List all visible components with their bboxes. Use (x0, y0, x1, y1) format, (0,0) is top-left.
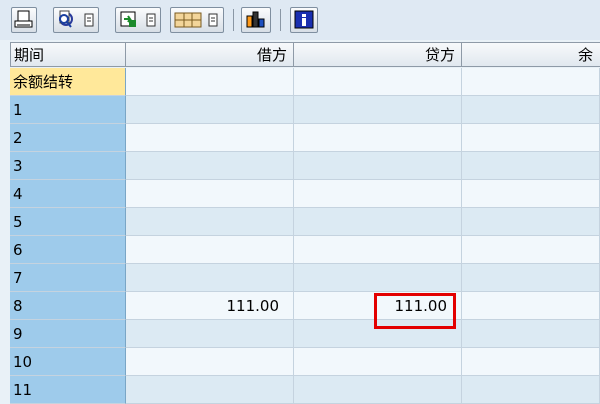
info-button[interactable] (290, 7, 318, 33)
header-credit[interactable]: 贷方 (294, 42, 462, 67)
balance-cell[interactable] (462, 320, 600, 348)
balance-cell[interactable] (462, 348, 600, 376)
table-row[interactable]: 5 (0, 208, 600, 236)
table-row[interactable]: 8 111.00 111.00 (0, 292, 600, 320)
balance-cell[interactable] (462, 264, 600, 292)
export-dropdown-button[interactable] (115, 7, 161, 33)
table-row[interactable]: 4 (0, 180, 600, 208)
credit-cell[interactable] (294, 152, 462, 180)
highlight-box (374, 293, 456, 329)
header-period[interactable]: 期间 (10, 42, 126, 67)
table-row[interactable]: 10 (0, 348, 600, 376)
period-cell[interactable]: 10 (10, 348, 126, 376)
balance-grid: 期间 借方 贷方 余 余额结转 1 2 3 4 5 6 7 8 111.00 111.00 9 10 11 (0, 40, 600, 404)
period-cell[interactable]: 5 (10, 208, 126, 236)
info-icon (294, 10, 314, 29)
debit-cell[interactable]: 111.00 (126, 292, 294, 320)
debit-cell[interactable] (126, 96, 294, 124)
balance-cell[interactable] (462, 96, 600, 124)
header-debit[interactable]: 借方 (126, 42, 294, 67)
balance-cell[interactable] (462, 68, 600, 96)
balance-cell[interactable] (462, 236, 600, 264)
print-button[interactable] (11, 7, 37, 33)
debit-cell[interactable] (126, 180, 294, 208)
balance-cell[interactable] (462, 152, 600, 180)
table-row[interactable]: 9 (0, 320, 600, 348)
debit-cell[interactable] (126, 348, 294, 376)
layout-dropdown-button[interactable] (170, 7, 224, 33)
debit-cell[interactable] (126, 208, 294, 236)
credit-cell[interactable] (294, 348, 462, 376)
balance-cell[interactable] (462, 292, 600, 320)
period-cell[interactable]: 1 (10, 96, 126, 124)
period-cell[interactable]: 余额结转 (10, 68, 126, 96)
print-icon (14, 10, 33, 28)
credit-cell[interactable] (294, 208, 462, 236)
header-balance[interactable]: 余 (462, 42, 600, 67)
period-cell[interactable]: 4 (10, 180, 126, 208)
period-cell[interactable]: 2 (10, 124, 126, 152)
find-dropdown-button[interactable] (53, 7, 99, 33)
credit-cell[interactable] (294, 68, 462, 96)
export-icon (120, 11, 156, 27)
credit-cell[interactable] (294, 236, 462, 264)
balance-cell[interactable] (462, 180, 600, 208)
debit-cell[interactable] (126, 124, 294, 152)
credit-cell[interactable] (294, 124, 462, 152)
layout-icon (174, 12, 218, 28)
table-row[interactable]: 余额结转 (0, 68, 600, 96)
period-cell[interactable]: 9 (10, 320, 126, 348)
period-cell[interactable]: 3 (10, 152, 126, 180)
table-row[interactable]: 7 (0, 264, 600, 292)
debit-cell[interactable] (126, 320, 294, 348)
table-row[interactable]: 3 (0, 152, 600, 180)
find-icon (59, 10, 94, 28)
table-row[interactable]: 1 (0, 96, 600, 124)
period-cell[interactable]: 8 (10, 292, 126, 320)
toolbar-separator (233, 9, 234, 31)
chart-icon (246, 11, 265, 28)
balance-cell[interactable] (462, 124, 600, 152)
credit-cell[interactable] (294, 180, 462, 208)
table-row[interactable]: 6 (0, 236, 600, 264)
toolbar-separator (280, 9, 281, 31)
debit-cell[interactable] (126, 152, 294, 180)
debit-cell[interactable] (126, 236, 294, 264)
balance-cell[interactable] (462, 208, 600, 236)
table-row[interactable]: 2 (0, 124, 600, 152)
period-cell[interactable]: 6 (10, 236, 126, 264)
credit-cell[interactable] (294, 264, 462, 292)
debit-cell[interactable] (126, 68, 294, 96)
toolbar (0, 0, 600, 40)
period-cell[interactable]: 7 (10, 264, 126, 292)
debit-cell[interactable] (126, 264, 294, 292)
chart-button[interactable] (241, 7, 271, 33)
credit-cell[interactable] (294, 96, 462, 124)
